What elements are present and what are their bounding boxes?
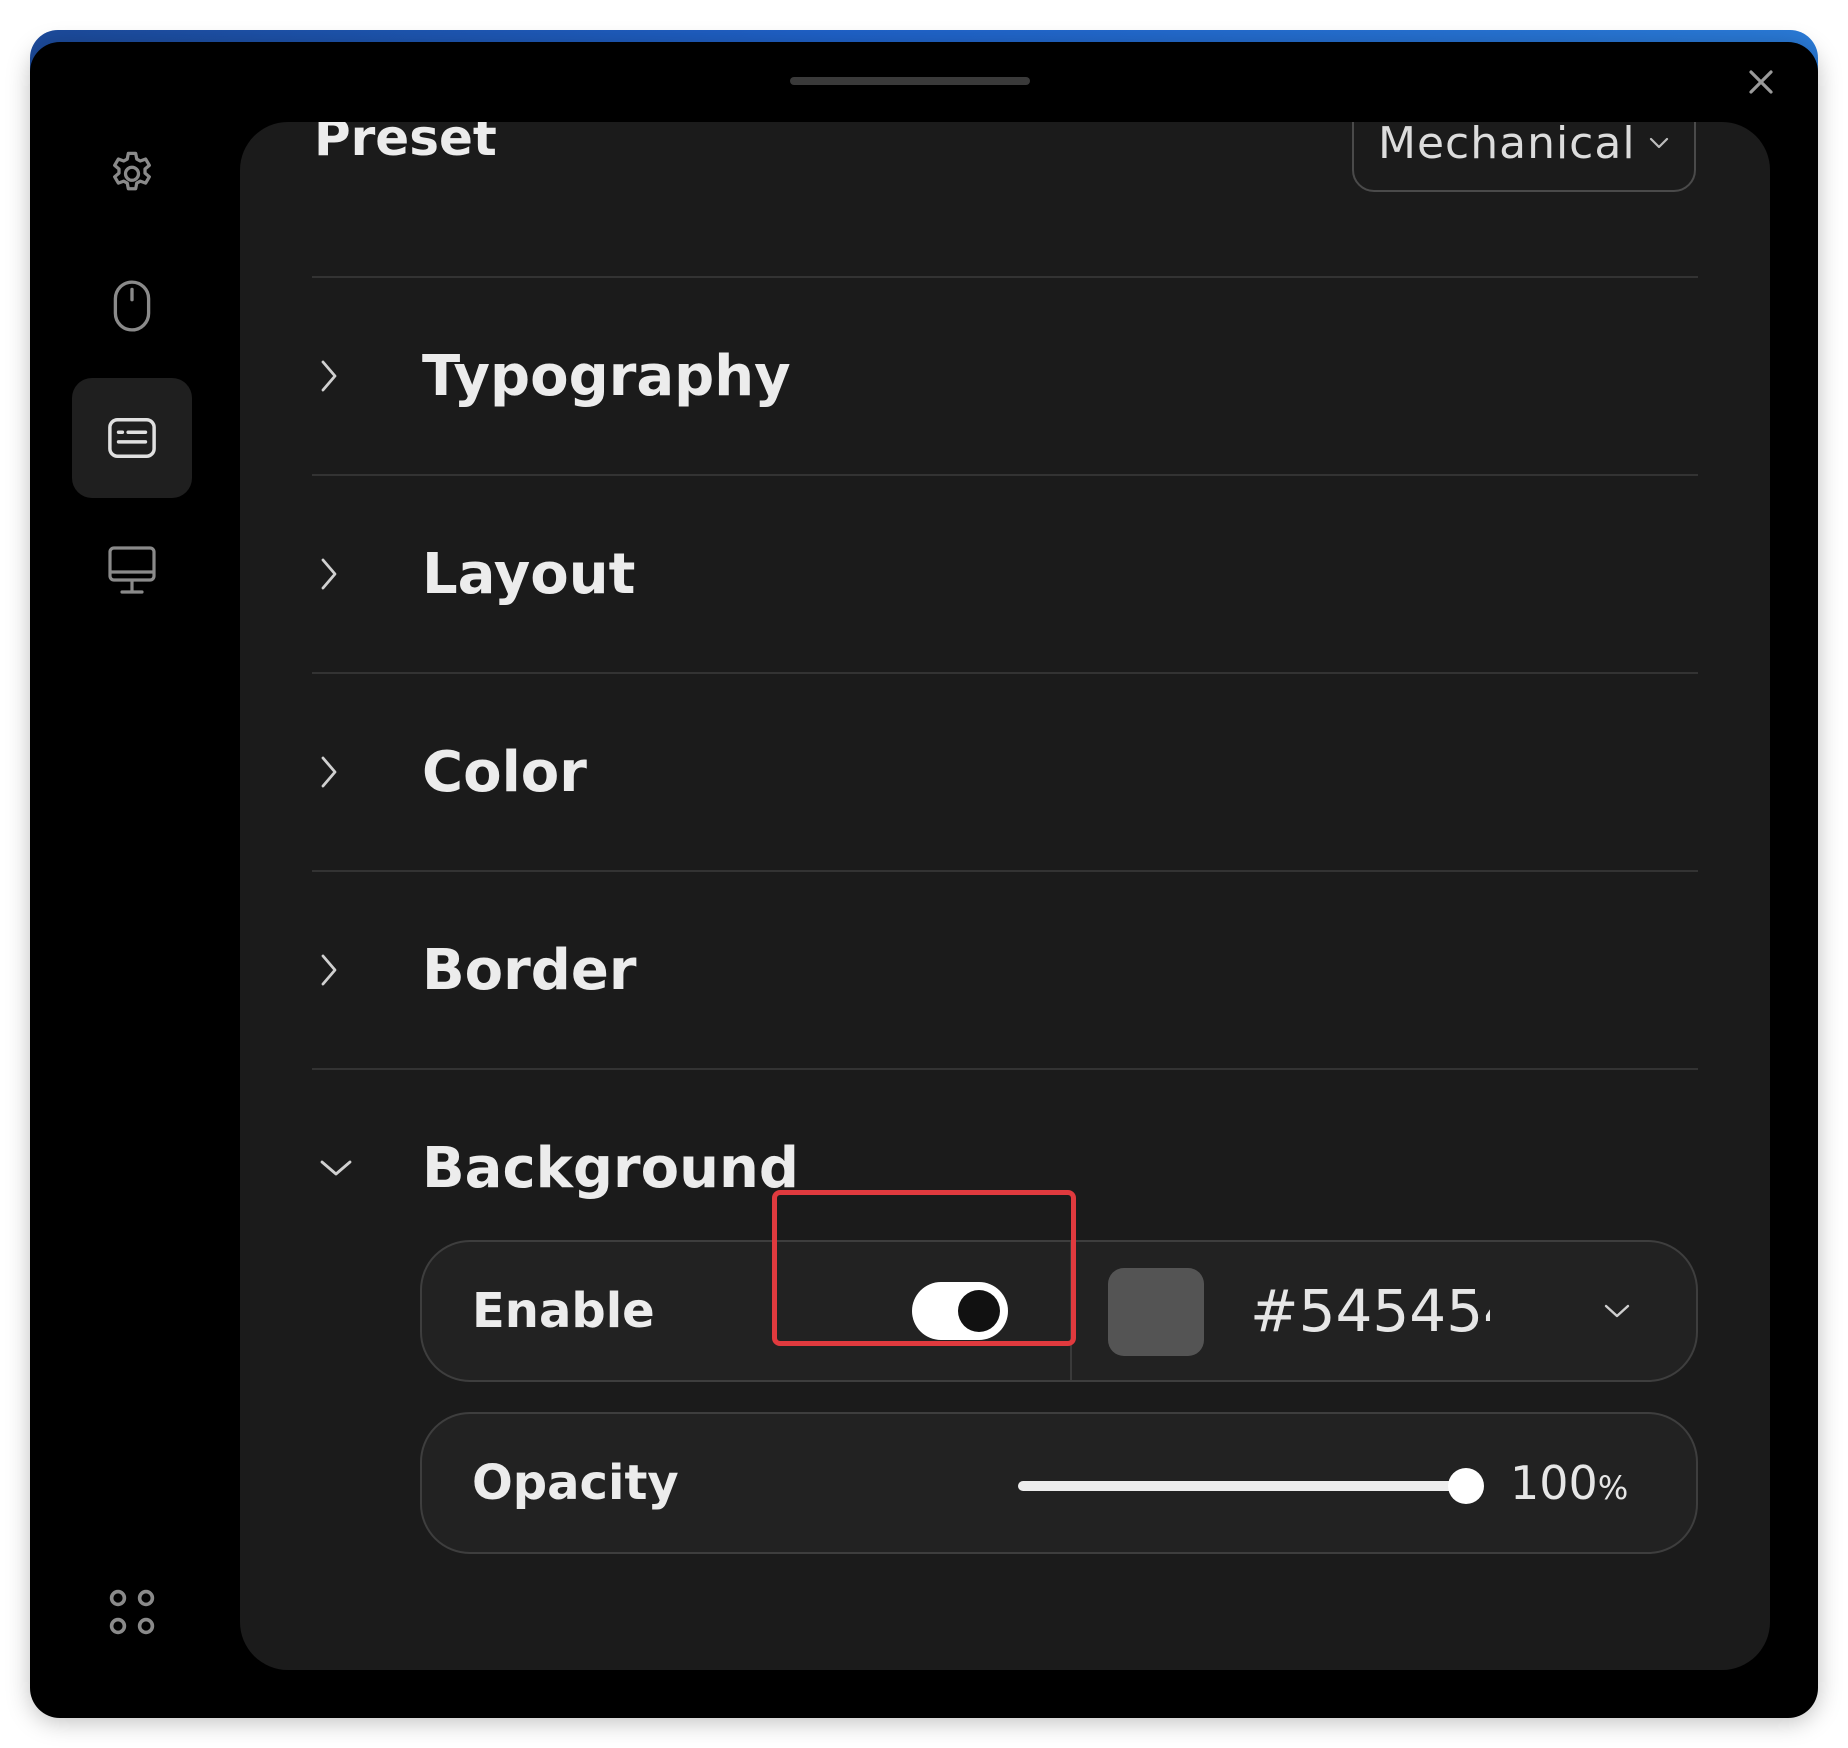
section-typography[interactable]: Typography [312, 278, 1698, 474]
slider-fill [1018, 1481, 1466, 1491]
chevron-right-icon [321, 558, 337, 590]
close-icon [1749, 70, 1773, 94]
slider-thumb[interactable] [1448, 1468, 1484, 1504]
enable-label: Enable [472, 1283, 655, 1339]
section-layout[interactable]: Layout [312, 476, 1698, 672]
toggle-knob [958, 1290, 1000, 1332]
section-title: Background [422, 1135, 799, 1201]
chevron-right-icon [321, 954, 337, 986]
opacity-unit: % [1597, 1469, 1629, 1507]
keyboard-caption-icon [108, 418, 156, 458]
section-title: Typography [422, 343, 791, 409]
chevron-down-icon [1649, 137, 1669, 149]
chevron-down-icon [1604, 1304, 1630, 1318]
chevron-right-icon [321, 756, 337, 788]
apps-grid-icon [109, 1589, 155, 1635]
hex-color-input[interactable]: #545454 [1250, 1266, 1490, 1356]
section-background[interactable]: Background [312, 1070, 1698, 1266]
preset-dropdown[interactable]: Mechanical [1352, 122, 1696, 192]
section-color[interactable]: Color [312, 674, 1698, 870]
color-swatch[interactable] [1108, 1268, 1204, 1356]
chevron-down-icon [320, 1160, 352, 1176]
preset-value: Mechanical [1378, 122, 1636, 169]
mouse-icon [113, 280, 151, 332]
opacity-value: 100% [1510, 1414, 1628, 1552]
background-opacity-card: Opacity 100% [420, 1412, 1698, 1554]
section-title: Layout [422, 541, 636, 607]
chevron-right-icon [321, 360, 337, 392]
opacity-label: Opacity [472, 1455, 679, 1511]
sidebar-item-mouse[interactable] [72, 246, 192, 366]
close-button[interactable] [1741, 62, 1781, 102]
enable-toggle[interactable] [912, 1282, 1008, 1340]
section-border[interactable]: Border [312, 872, 1698, 1068]
sidebar-item-general[interactable] [72, 114, 192, 234]
section-title: Color [422, 739, 587, 805]
drag-handle[interactable] [790, 77, 1030, 85]
section-title: Border [422, 937, 637, 1003]
settings-window: Preset Mechanical Typography Layout Colo… [30, 42, 1818, 1718]
apps-grid-button[interactable] [102, 1582, 162, 1642]
gear-icon [113, 151, 151, 191]
sidebar-item-keyboard-display[interactable] [72, 378, 192, 498]
monitor-icon [108, 546, 156, 594]
background-enable-card: Enable #545454 [420, 1240, 1698, 1382]
preset-label: Preset [314, 122, 497, 167]
settings-panel: Preset Mechanical Typography Layout Colo… [240, 122, 1770, 1670]
opacity-number: 100 [1510, 1456, 1598, 1510]
card-separator [1070, 1242, 1072, 1380]
sidebar-item-monitor[interactable] [72, 510, 192, 630]
color-dropdown-button[interactable] [1592, 1286, 1642, 1336]
opacity-slider[interactable] [1018, 1468, 1484, 1504]
